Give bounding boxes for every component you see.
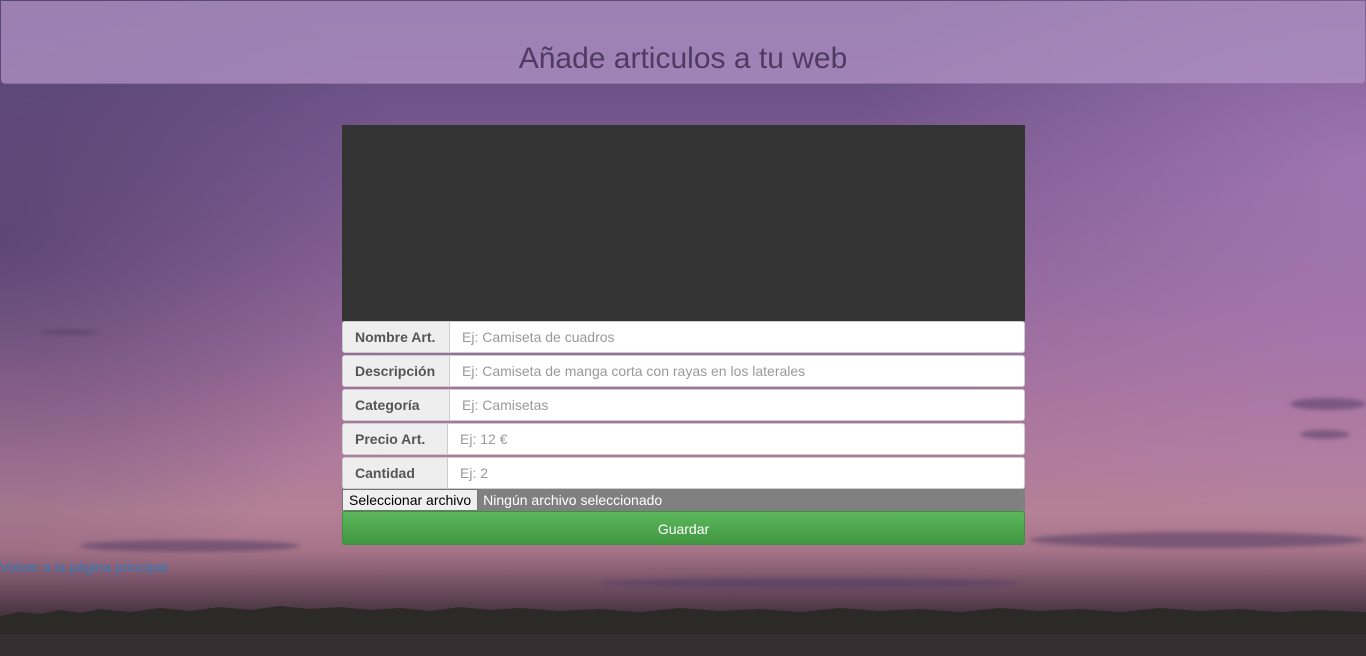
background-cloud xyxy=(80,540,300,552)
image-preview xyxy=(342,125,1025,321)
background-cloud xyxy=(1030,532,1366,548)
field-nombre: Nombre Art. xyxy=(342,321,1025,353)
precio-input[interactable] xyxy=(448,424,1024,454)
cantidad-input[interactable] xyxy=(448,458,1024,488)
file-status: Ningún archivo seleccionado xyxy=(483,492,663,508)
field-label: Descripción xyxy=(343,356,450,386)
field-descripcion: Descripción xyxy=(342,355,1025,387)
page-header: Añade articulos a tu web xyxy=(1,1,1365,84)
background-cloud xyxy=(1290,398,1366,410)
page-title: Añade articulos a tu web xyxy=(518,42,848,75)
select-file-button[interactable]: Seleccionar archivo xyxy=(342,489,479,511)
field-categoria: Categoría xyxy=(342,389,1025,421)
field-cantidad: Cantidad xyxy=(342,457,1025,489)
descripcion-input[interactable] xyxy=(450,356,1024,386)
background-cloud xyxy=(1300,430,1350,439)
field-precio: Precio Art. xyxy=(342,423,1025,455)
save-button[interactable]: Guardar xyxy=(342,511,1025,545)
categoria-input[interactable] xyxy=(450,390,1024,420)
nombre-input[interactable] xyxy=(450,322,1024,352)
article-form: Nombre Art. Descripción Categoría Precio… xyxy=(342,125,1025,545)
treeline-silhouette xyxy=(0,606,1366,656)
back-to-home-link[interactable]: Volver a la página principal xyxy=(0,559,167,575)
field-label: Categoría xyxy=(343,390,450,420)
field-label: Cantidad xyxy=(343,458,448,488)
background-cloud xyxy=(600,578,1020,588)
file-picker: Seleccionar archivo Ningún archivo selec… xyxy=(342,489,1025,511)
field-label: Nombre Art. xyxy=(343,322,450,352)
field-label: Precio Art. xyxy=(343,424,448,454)
background-cloud xyxy=(40,330,100,335)
